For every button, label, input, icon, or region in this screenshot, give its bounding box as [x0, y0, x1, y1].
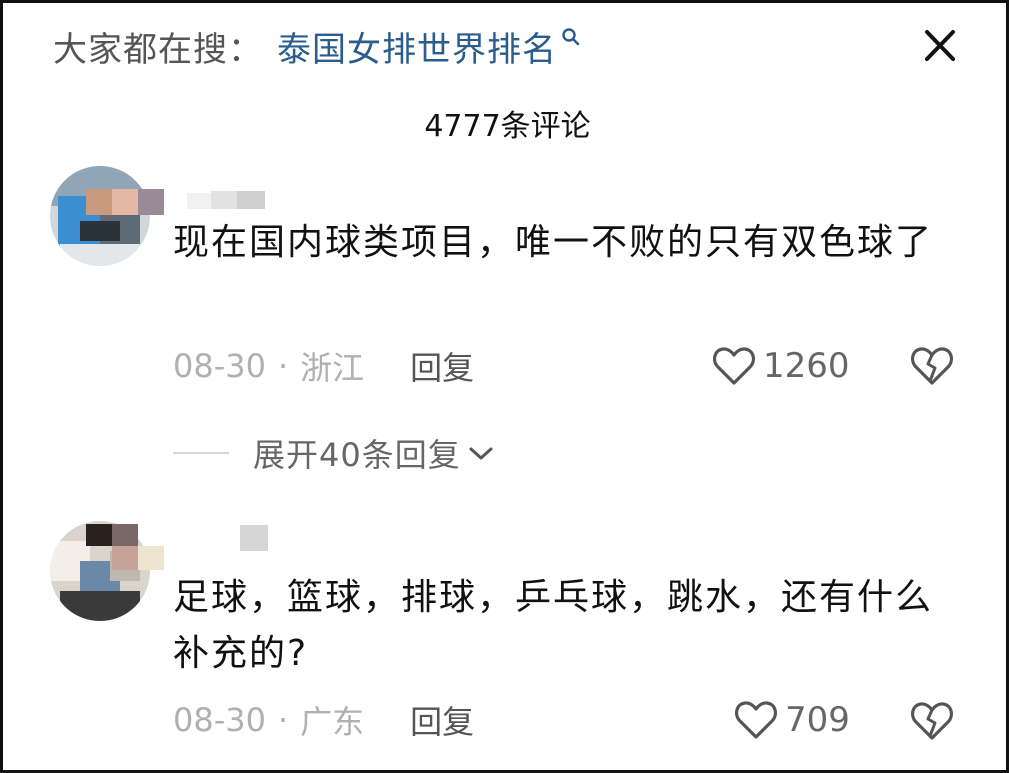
- expand-replies-label: 展开40条回复: [253, 436, 461, 474]
- search-prefix-label: 大家都在搜：: [53, 29, 263, 70]
- heart-outline-icon: [712, 347, 756, 385]
- like-count: 709: [785, 700, 850, 740]
- meta-separator: ·: [277, 701, 289, 739]
- reply-button[interactable]: 回复: [410, 343, 474, 389]
- comment-count-title: 4777条评论: [424, 109, 591, 144]
- search-suggestion-bar[interactable]: 大家都在搜： 泰国女排世界排名: [53, 21, 581, 71]
- like-button[interactable]: 709: [733, 695, 850, 745]
- broken-heart-icon[interactable]: [909, 345, 955, 387]
- search-term-link[interactable]: 泰国女排世界排名: [277, 22, 557, 71]
- divider: [173, 452, 229, 454]
- comment-date: 08-30: [173, 701, 266, 739]
- comment-text: 现在国内球类项目，唯一不败的只有双色球了: [173, 222, 934, 263]
- comment-meta: 08-30 · 广东 回复: [173, 695, 474, 745]
- username-blurred: [187, 191, 265, 209]
- search-icon: [562, 28, 580, 46]
- comment-date: 08-30: [173, 347, 266, 385]
- reply-button[interactable]: 回复: [410, 697, 474, 743]
- meta-separator: ·: [277, 347, 289, 385]
- avatar-mosaic: [86, 524, 164, 570]
- avatar-mosaic: [86, 189, 164, 215]
- close-icon[interactable]: [913, 23, 965, 69]
- expand-replies-button[interactable]: 展开40条回复: [173, 428, 497, 478]
- comments-panel: 大家都在搜： 泰国女排世界排名 4777条评论 现在国内球类项目，唯一不败的只有…: [0, 0, 1009, 773]
- chevron-down-icon: [469, 447, 493, 460]
- broken-heart-icon[interactable]: [909, 700, 955, 742]
- like-count: 1260: [763, 346, 850, 386]
- comment-text: 足球，篮球，排球，乒乓球，跳水，还有什么补充的?: [173, 577, 934, 674]
- like-button[interactable]: 1260: [711, 341, 850, 391]
- comment-location: 浙江: [300, 349, 365, 387]
- comment-location: 广东: [300, 703, 365, 741]
- comment-meta: 08-30 · 浙江 回复: [173, 341, 474, 391]
- username-blurred: [240, 525, 268, 551]
- avatar[interactable]: [50, 166, 150, 266]
- heart-outline-icon: [734, 701, 778, 739]
